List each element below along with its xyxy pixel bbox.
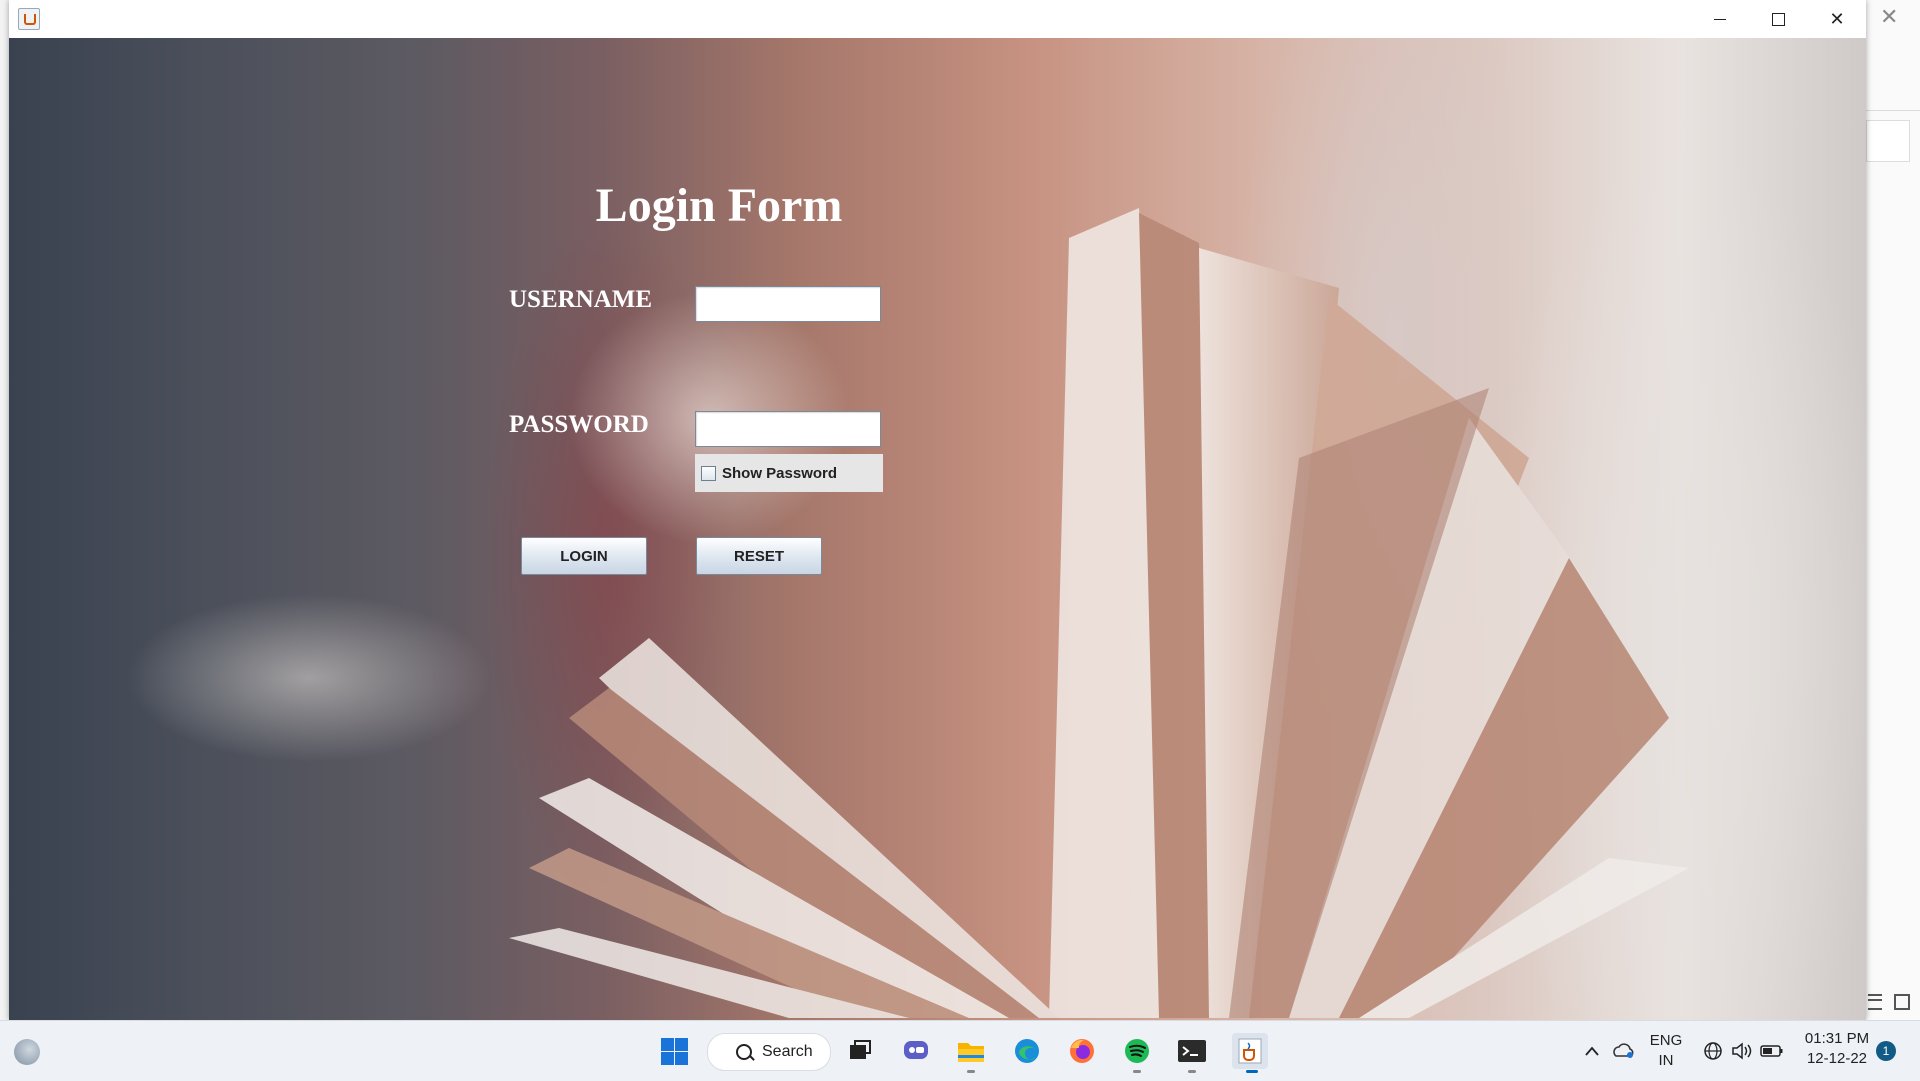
clock-date: 12-12-22 xyxy=(1806,1050,1868,1067)
speaker-icon xyxy=(1732,1042,1752,1060)
edge-icon xyxy=(1015,1039,1039,1063)
password-input[interactable] xyxy=(695,411,881,447)
battery-button[interactable] xyxy=(1756,1035,1788,1067)
terminal-button[interactable] xyxy=(1176,1035,1208,1067)
background-window: ✕ xyxy=(1866,0,1920,1020)
list-view-icon[interactable] xyxy=(1868,994,1882,1010)
divider xyxy=(1866,110,1920,111)
spotify-icon xyxy=(1125,1039,1149,1063)
chat-icon xyxy=(904,1041,928,1059)
show-password-checkbox[interactable] xyxy=(701,465,716,481)
close-icon: ✕ xyxy=(1829,8,1845,29)
start-icon-part xyxy=(661,1052,674,1065)
start-icon-part xyxy=(675,1038,688,1051)
network-button[interactable] xyxy=(1697,1035,1729,1067)
running-indicator xyxy=(1188,1070,1196,1073)
volume-button[interactable] xyxy=(1726,1035,1758,1067)
search-icon xyxy=(736,1044,752,1060)
password-label: PASSWORD xyxy=(509,411,649,438)
search-label: Search xyxy=(762,1043,813,1060)
login-button[interactable]: LOGIN xyxy=(521,537,647,575)
terminal-icon xyxy=(1178,1040,1206,1062)
title-bar[interactable]: ✕ xyxy=(9,0,1866,39)
form-title: Login Form xyxy=(595,179,843,232)
taskbar: Search ENG IN 01:31 PM 12-12-22 1 xyxy=(0,1020,1920,1081)
username-label: USERNAME xyxy=(509,286,653,313)
clock-time: 01:31 PM xyxy=(1804,1030,1870,1047)
active-indicator xyxy=(1246,1070,1258,1073)
globe-icon xyxy=(1704,1042,1722,1060)
notification-badge[interactable]: 1 xyxy=(1876,1041,1896,1061)
file-explorer-button[interactable] xyxy=(955,1035,987,1067)
file-explorer-icon xyxy=(958,1043,984,1062)
tile-view-icon[interactable] xyxy=(1894,994,1910,1010)
taskbar-search[interactable]: Search xyxy=(707,1033,831,1071)
weather-widget-icon[interactable] xyxy=(14,1039,40,1065)
spotify-button[interactable] xyxy=(1121,1035,1153,1067)
firefox-button[interactable] xyxy=(1066,1035,1098,1067)
onedrive-icon xyxy=(1613,1043,1634,1058)
show-password-toggle[interactable]: Show Password xyxy=(695,454,883,492)
background-close-icon[interactable]: ✕ xyxy=(1880,4,1898,30)
username-input[interactable] xyxy=(695,286,881,322)
chat-button[interactable] xyxy=(900,1035,932,1067)
language-secondary: IN xyxy=(1658,1052,1674,1069)
running-indicator xyxy=(1133,1070,1141,1073)
reset-button[interactable]: RESET xyxy=(696,537,822,575)
task-view-button[interactable] xyxy=(844,1035,876,1067)
language-primary: ENG xyxy=(1649,1032,1683,1049)
login-window: ✕ Login Form USERNAME PASSWORD Show Pass… xyxy=(9,0,1866,1020)
close-button[interactable]: ✕ xyxy=(1808,0,1866,38)
onedrive-button[interactable] xyxy=(1608,1035,1640,1067)
java-icon xyxy=(1238,1038,1262,1064)
edge-button[interactable] xyxy=(1011,1035,1043,1067)
task-view-icon xyxy=(850,1040,871,1059)
clock[interactable]: 01:31 PM 12-12-22 xyxy=(1802,1029,1872,1069)
battery-icon xyxy=(1760,1045,1783,1057)
firefox-icon xyxy=(1070,1039,1094,1063)
maximize-button[interactable] xyxy=(1749,0,1807,38)
java-app-icon xyxy=(18,8,40,30)
minimize-button[interactable] xyxy=(1691,0,1749,38)
language-indicator[interactable]: ENG IN xyxy=(1646,1031,1686,1071)
chevron-up-icon xyxy=(1585,1046,1599,1056)
start-icon xyxy=(661,1038,674,1051)
background-panel xyxy=(1866,120,1910,162)
tray-overflow-button[interactable] xyxy=(1576,1035,1608,1067)
start-button[interactable] xyxy=(658,1035,690,1067)
login-panel: Login Form USERNAME PASSWORD Show Passwo… xyxy=(9,38,1866,1020)
running-indicator xyxy=(967,1070,975,1073)
start-icon-part xyxy=(675,1052,688,1065)
maximize-icon xyxy=(1771,12,1785,26)
java-app-button[interactable] xyxy=(1232,1033,1268,1069)
minimize-icon xyxy=(1714,18,1726,20)
show-password-label: Show Password xyxy=(722,464,838,482)
